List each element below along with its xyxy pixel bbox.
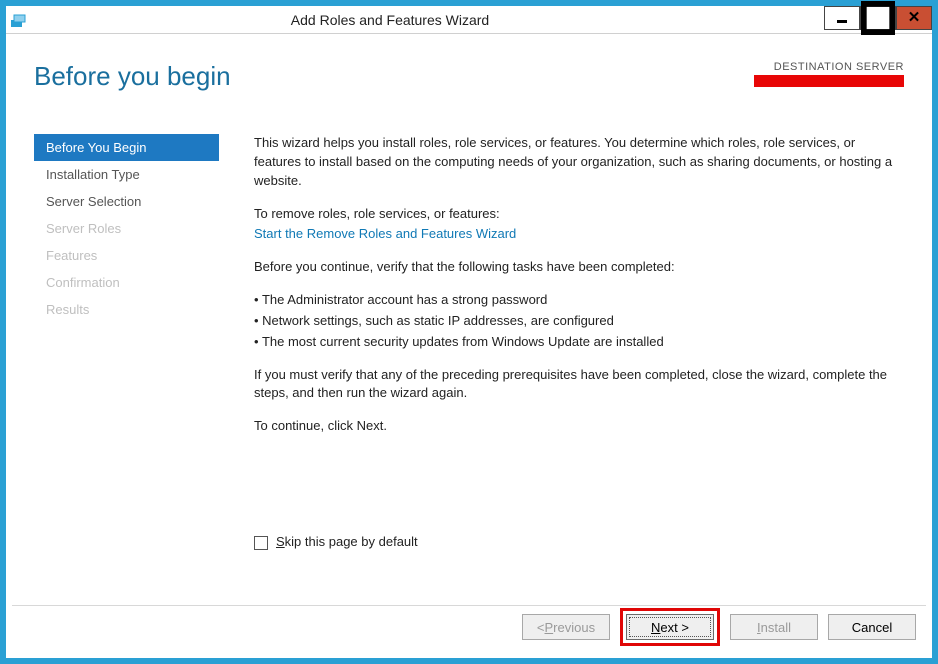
footer-separator (12, 605, 926, 606)
skip-page-row: Skip this page by default (254, 533, 418, 552)
next-button-highlight: Next > (620, 608, 720, 646)
page-header: Before you begin DESTINATION SERVER (34, 61, 904, 92)
destination-server-block: DESTINATION SERVER (754, 61, 904, 87)
prerequisite-list: The Administrator account has a strong p… (254, 291, 904, 352)
intro-paragraph: This wizard helps you install roles, rol… (254, 134, 904, 191)
destination-server-label: DESTINATION SERVER (754, 61, 904, 73)
next-button[interactable]: Next > (626, 614, 714, 640)
step-confirmation: Confirmation (34, 269, 219, 296)
wizard-footer: < Previous Next > Install Cancel (522, 608, 916, 646)
maximize-button[interactable] (860, 6, 896, 30)
prerequisite-item: Network settings, such as static IP addr… (254, 312, 904, 331)
minimize-button[interactable] (824, 6, 860, 30)
cancel-button[interactable]: Cancel (828, 614, 916, 640)
skip-page-checkbox[interactable] (254, 536, 268, 550)
step-server-roles: Server Roles (34, 215, 219, 242)
skip-page-label: Skip this page by default (276, 533, 418, 552)
destination-server-value-redacted (754, 75, 904, 87)
previous-button: < Previous (522, 614, 610, 640)
prerequisite-item: The Administrator account has a strong p… (254, 291, 904, 310)
start-remove-wizard-link[interactable]: Start the Remove Roles and Features Wiza… (254, 226, 516, 241)
window-title: Add Roles and Features Wizard (0, 12, 824, 28)
step-results: Results (34, 296, 219, 323)
step-features: Features (34, 242, 219, 269)
close-button[interactable]: ✕ (896, 6, 932, 30)
page-title: Before you begin (34, 61, 231, 92)
wizard-window: Add Roles and Features Wizard ✕ Before y… (0, 0, 938, 664)
window-controls: ✕ (824, 6, 932, 30)
step-server-selection[interactable]: Server Selection (34, 188, 219, 215)
wizard-steps-nav: Before You Begin Installation Type Serve… (34, 134, 219, 323)
remove-lead: To remove roles, role services, or featu… (254, 205, 904, 224)
prerequisite-item: The most current security updates from W… (254, 333, 904, 352)
verify-lead: Before you continue, verify that the fol… (254, 258, 904, 277)
continue-text: To continue, click Next. (254, 417, 904, 436)
step-installation-type[interactable]: Installation Type (34, 161, 219, 188)
verify-trail: If you must verify that any of the prece… (254, 366, 904, 404)
page-content: This wizard helps you install roles, rol… (254, 134, 904, 558)
titlebar: Add Roles and Features Wizard ✕ (6, 6, 932, 34)
step-before-you-begin[interactable]: Before You Begin (34, 134, 219, 161)
install-button: Install (730, 614, 818, 640)
